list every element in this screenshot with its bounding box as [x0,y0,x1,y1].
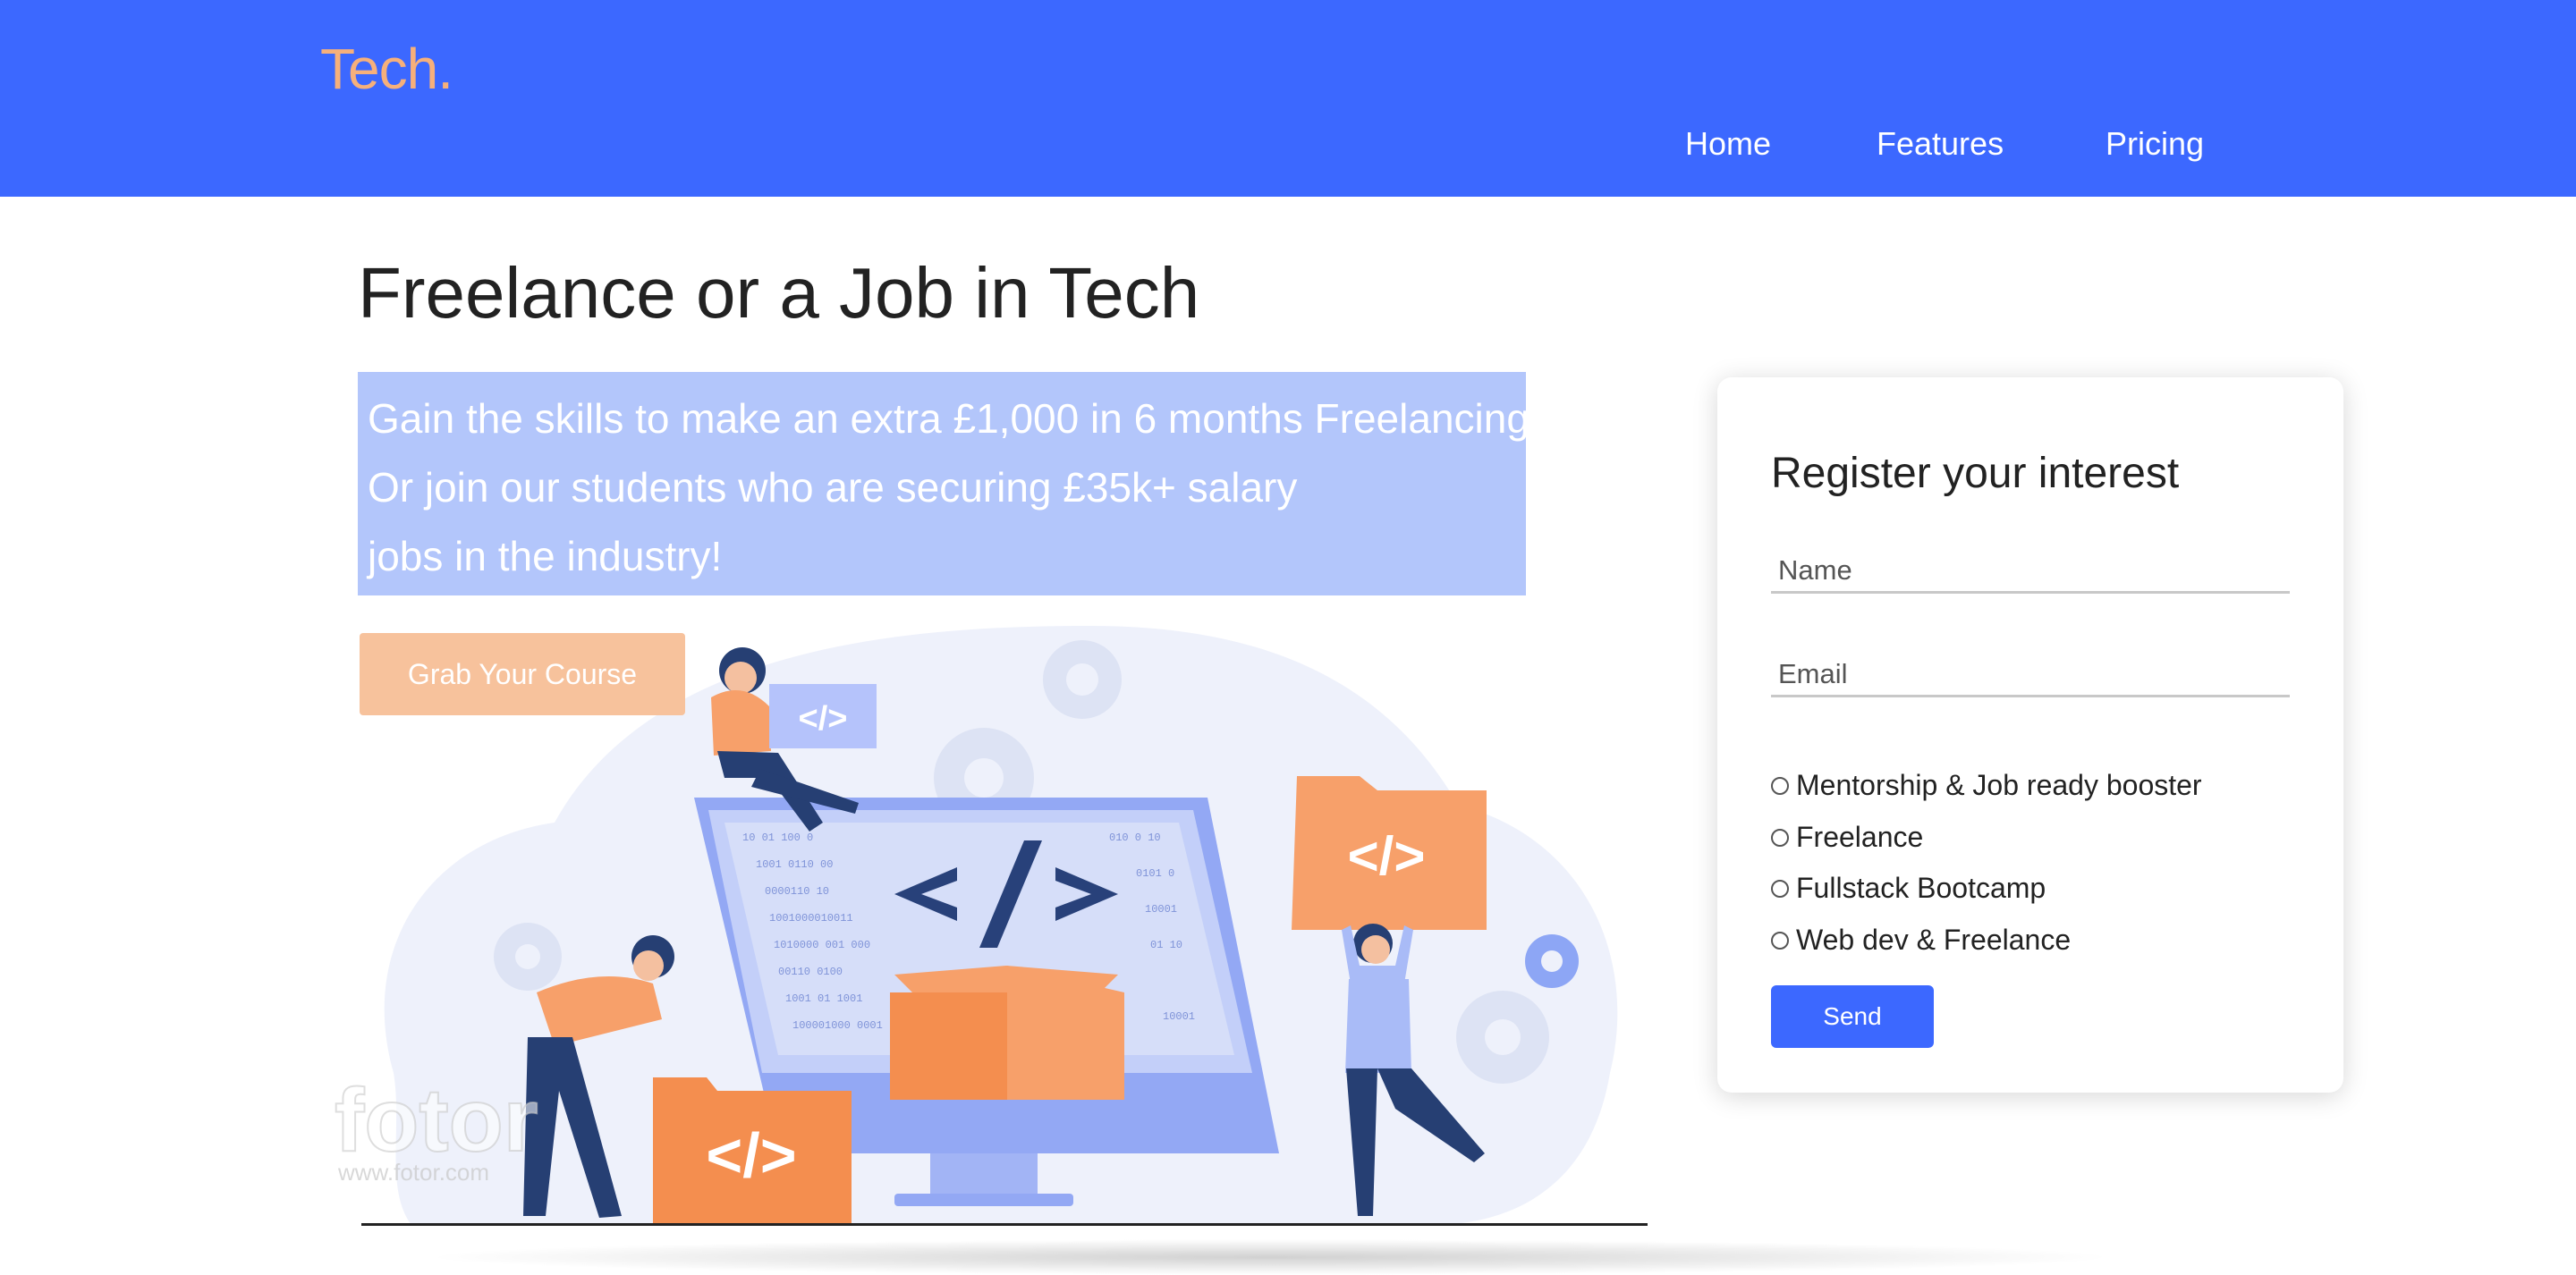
code-card-icon: </> [769,684,877,748]
svg-text:</>: </> [706,1120,796,1190]
gear-icon [1525,934,1579,988]
svg-text:</>: </> [799,700,848,738]
form-title: Register your interest [1771,450,2180,497]
option-label: Freelance [1796,821,1924,853]
radio-icon[interactable] [1771,931,1789,950]
hero-subtitle-line-1: Gain the skills to make an extra £1,000 … [368,395,1541,442]
svg-text:1001 0110 00: 1001 0110 00 [756,858,833,871]
option-fullstack[interactable]: Fullstack Bootcamp [1771,872,2046,905]
hero-title: Freelance or a Job in Tech [358,253,1200,333]
watermark: fotor [334,1069,539,1171]
grab-course-button[interactable]: Grab Your Course [360,633,685,715]
svg-text:10001: 10001 [1163,1010,1195,1023]
option-webdev[interactable]: Web dev & Freelance [1771,924,2071,957]
nav-pricing[interactable]: Pricing [2106,125,2204,163]
site-header: Tech. Home Features Pricing [0,0,2576,197]
svg-text:</>: </> [1348,826,1426,886]
svg-text:1001 01 1001: 1001 01 1001 [785,992,862,1005]
option-label: Fullstack Bootcamp [1796,872,2046,904]
logo[interactable]: Tech. [320,36,453,102]
svg-text:0000110 10: 0000110 10 [765,885,829,898]
radio-icon[interactable] [1771,776,1789,795]
svg-text:10001: 10001 [1145,903,1177,916]
svg-text:010 0 10: 010 0 10 [1109,832,1161,844]
svg-text:10 01 100 0: 10 01 100 0 [742,832,813,844]
hero-subtitle: Gain the skills to make an extra £1,000 … [358,372,1541,595]
svg-text:00110 0100: 00110 0100 [778,966,843,978]
folder-code-icon-bottom: </> [653,1077,852,1225]
hero-subtitle-line-2: Or join our students who are securing £3… [368,464,1298,511]
svg-text:1010000 001 000: 1010000 001 000 [774,939,870,951]
radio-icon[interactable] [1771,828,1789,847]
svg-text:1001000010011: 1001000010011 [769,912,853,925]
nav-home[interactable]: Home [1685,125,1771,163]
svg-text:0101 0: 0101 0 [1136,867,1174,880]
send-button[interactable]: Send [1771,985,1934,1048]
watermark-url: www.fotor.com [338,1159,490,1186]
option-mentorship[interactable]: Mentorship & Job ready booster [1771,769,2202,802]
option-label: Web dev & Freelance [1796,924,2072,956]
hero-subtitle-line-3: jobs in the industry! [368,533,723,579]
nav-features[interactable]: Features [1877,125,2004,163]
radio-icon[interactable] [1771,879,1789,898]
name-field[interactable] [1771,549,2290,594]
option-freelance[interactable]: Freelance [1771,821,1923,854]
folder-code-icon: </> [1292,776,1487,930]
option-label: Mentorship & Job ready booster [1796,769,2202,801]
footer-shadow [420,1239,2120,1275]
email-field[interactable] [1771,653,2290,697]
divider [361,1223,1648,1226]
svg-text:01 10: 01 10 [1150,939,1182,951]
svg-text:100001000 0001: 100001000 0001 [792,1019,883,1032]
register-form-card: Register your interest Mentorship & Job … [1717,377,2343,1093]
